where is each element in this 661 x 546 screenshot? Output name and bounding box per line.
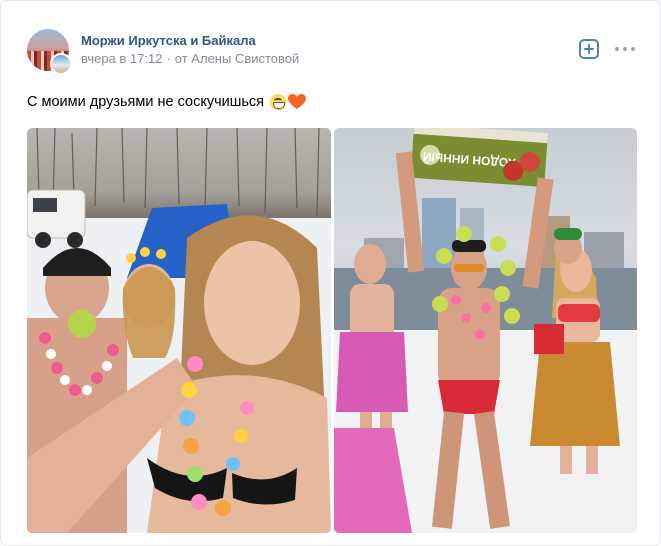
grinning-squinting-face-icon <box>270 94 287 110</box>
group-name-link[interactable]: Моржи Иркутска и Байкала <box>81 33 256 48</box>
post-text: С моими друзьями не соскучишься <box>27 94 307 110</box>
author-avatar-badge[interactable] <box>50 53 72 75</box>
post-card: Моржи Иркутска и Байкала вчера в 17:12 · о… <box>0 0 661 546</box>
more-dot <box>615 47 619 51</box>
post-author[interactable]: от Алены Свистовой <box>175 51 299 66</box>
more-dot <box>631 47 635 51</box>
post-meta: вчера в 17:12 · от Алены Свистовой <box>81 51 299 66</box>
meta-separator: · <box>166 51 171 66</box>
photo-man-holding-box-on-beach[interactable]: ХОДОН ИННЫЙ <box>334 128 637 533</box>
beach-illustration: ХОДОН ИННЫЙ <box>334 128 637 533</box>
more-horizontal-icon[interactable] <box>615 41 635 57</box>
post-time[interactable]: вчера в 17:12 <box>81 51 162 66</box>
post-text-content: С моими друзьями не соскучишься <box>27 94 265 110</box>
photo-selfie-group-snow[interactable] <box>27 128 331 533</box>
orange-heart-icon <box>288 94 307 110</box>
more-dot <box>623 47 627 51</box>
plus-square-icon[interactable] <box>579 39 599 59</box>
selfie-illustration <box>27 128 331 533</box>
